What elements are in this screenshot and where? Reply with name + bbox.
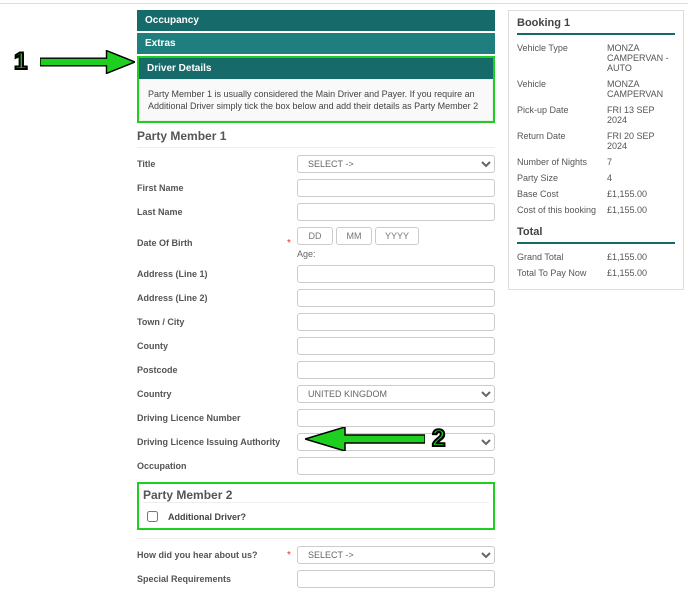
divider [137, 147, 495, 148]
licence-authority-label: Driving Licence Issuing Authority [137, 437, 287, 448]
special-requirements-label: Special Requirements [137, 574, 287, 585]
summary-label: Grand Total [517, 252, 607, 262]
annotation-number-2: 2 [432, 425, 445, 453]
booking-summary-title: Booking 1 [517, 17, 675, 29]
total-title: Total [517, 226, 675, 238]
summary-label: Vehicle Type [517, 43, 607, 73]
occupation-input[interactable] [297, 457, 495, 475]
summary-label: Pick-up Date [517, 105, 607, 125]
driver-details-notice: Party Member 1 is usually considered the… [139, 79, 493, 121]
county-input[interactable] [297, 337, 495, 355]
summary-value: MONZA CAMPERVAN [607, 79, 675, 99]
last-name-input[interactable] [297, 203, 495, 221]
accordion-extras[interactable]: Extras [137, 33, 495, 54]
additional-driver-checkbox[interactable] [147, 511, 158, 522]
last-name-label: Last Name [137, 207, 287, 218]
party-member-2-heading: Party Member 2 [143, 486, 489, 502]
dob-year-input[interactable] [375, 227, 419, 245]
party-member-1-heading: Party Member 1 [137, 123, 495, 147]
summary-value: £1,155.00 [607, 268, 675, 278]
postcode-label: Postcode [137, 365, 287, 376]
licence-number-label: Driving Licence Number [137, 413, 287, 424]
divider [517, 33, 675, 35]
summary-value: £1,155.00 [607, 252, 675, 262]
required-icon: * [287, 550, 297, 561]
party-member-2-highlight: Party Member 2 Additional Driver? [137, 482, 495, 530]
address1-label: Address (Line 1) [137, 269, 287, 280]
country-label: Country [137, 389, 287, 400]
postcode-input[interactable] [297, 361, 495, 379]
summary-value: FRI 13 SEP 2024 [607, 105, 675, 125]
dob-day-input[interactable] [297, 227, 333, 245]
divider [137, 538, 495, 539]
accordion-driver-details[interactable]: Driver Details [139, 58, 493, 79]
summary-value: £1,155.00 [607, 205, 675, 215]
summary-label: Cost of this booking [517, 205, 607, 215]
divider [143, 502, 489, 503]
arrow-icon [40, 50, 135, 74]
summary-value: FRI 20 SEP 2024 [607, 131, 675, 151]
occupation-label: Occupation [137, 461, 287, 472]
summary-label: Party Size [517, 173, 607, 183]
address1-input[interactable] [297, 265, 495, 283]
country-select[interactable]: UNITED KINGDOM [297, 385, 495, 403]
county-label: County [137, 341, 287, 352]
first-name-input[interactable] [297, 179, 495, 197]
accordion-occupancy[interactable]: Occupancy [137, 10, 495, 31]
summary-value: 4 [607, 173, 675, 183]
booking-summary-panel: Booking 1 Vehicle TypeMONZA CAMPERVAN - … [508, 10, 684, 290]
annotation-number-1: 1 [14, 48, 27, 76]
title-select[interactable]: SELECT -> [297, 155, 495, 173]
summary-value: £1,155.00 [607, 189, 675, 199]
required-icon: * [287, 238, 297, 249]
main-form-column: Occupancy Extras Driver Details Party Me… [137, 10, 495, 591]
summary-label: Base Cost [517, 189, 607, 199]
special-requirements-input[interactable] [297, 570, 495, 588]
first-name-label: First Name [137, 183, 287, 194]
town-input[interactable] [297, 313, 495, 331]
summary-label: Total To Pay Now [517, 268, 607, 278]
driver-details-highlight: Driver Details Party Member 1 is usually… [137, 56, 495, 123]
divider [517, 242, 675, 244]
hear-about-select[interactable]: SELECT -> [297, 546, 495, 564]
summary-label: Return Date [517, 131, 607, 151]
address2-input[interactable] [297, 289, 495, 307]
dob-month-input[interactable] [336, 227, 372, 245]
dob-label: Date Of Birth [137, 238, 287, 249]
additional-driver-label: Additional Driver? [168, 512, 246, 522]
town-label: Town / City [137, 317, 287, 328]
summary-value: MONZA CAMPERVAN - AUTO [607, 43, 675, 73]
summary-label: Vehicle [517, 79, 607, 99]
hear-about-label: How did you hear about us? [137, 550, 287, 561]
summary-label: Number of Nights [517, 157, 607, 167]
arrow-icon [305, 427, 425, 451]
age-label: Age: [297, 249, 495, 259]
licence-number-input[interactable] [297, 409, 495, 427]
title-label: Title [137, 159, 287, 170]
summary-value: 7 [607, 157, 675, 167]
address2-label: Address (Line 2) [137, 293, 287, 304]
